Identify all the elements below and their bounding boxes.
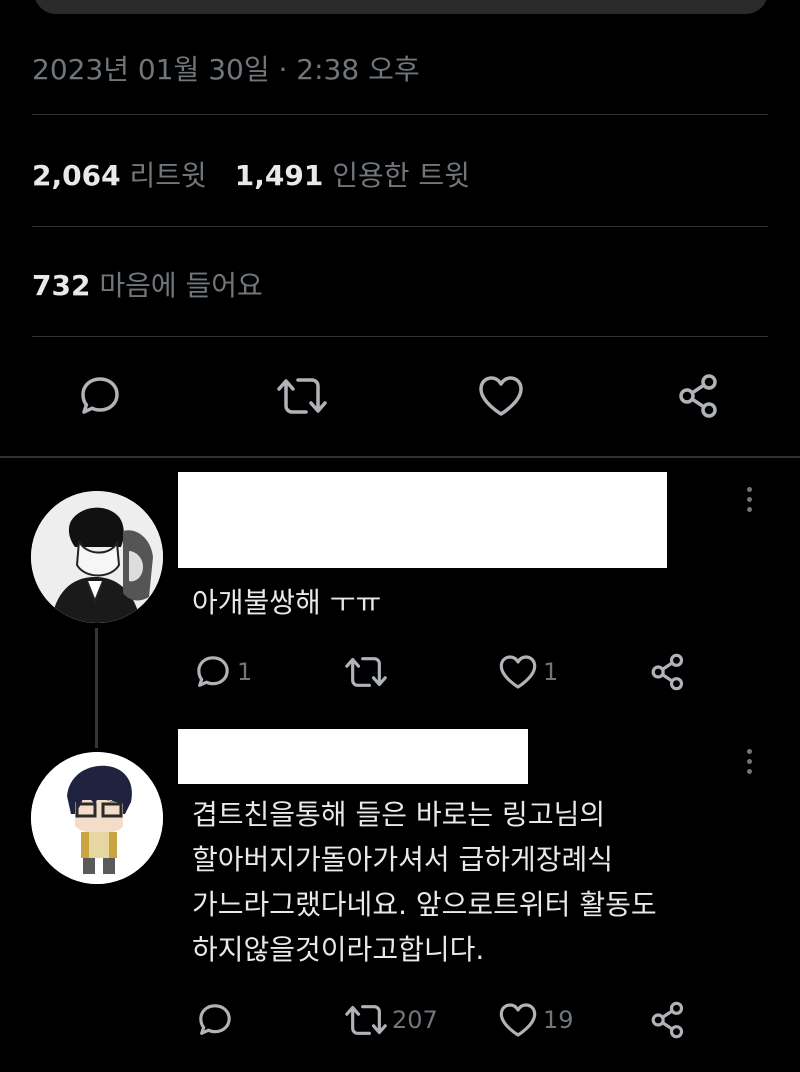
heart-icon bbox=[479, 376, 523, 416]
more-button[interactable] bbox=[747, 749, 753, 779]
retweets-stat[interactable]: 2,064 리트윗 bbox=[32, 159, 207, 192]
like-button[interactable]: 19 bbox=[497, 1000, 574, 1040]
retweet-button[interactable] bbox=[344, 652, 392, 692]
reply-icon bbox=[197, 656, 229, 687]
redacted-username bbox=[178, 472, 667, 568]
reply-icon bbox=[81, 377, 119, 414]
heart-icon bbox=[499, 655, 537, 689]
section-divider bbox=[0, 456, 800, 458]
manga-avatar-image bbox=[31, 491, 163, 623]
likes-stat[interactable]: 732 마음에 들어요 bbox=[32, 264, 263, 304]
divider bbox=[32, 114, 768, 115]
quotes-stat[interactable]: 1,491 인용한 트윗 bbox=[235, 159, 470, 192]
likes-label: 마음에 들어요 bbox=[99, 269, 263, 302]
reply-text: 아개불쌍해 ㅜㅠ bbox=[192, 586, 382, 619]
share-button[interactable] bbox=[676, 372, 724, 420]
retweet-icon bbox=[345, 1005, 387, 1035]
more-icon bbox=[747, 749, 753, 774]
share-icon bbox=[651, 1001, 684, 1039]
more-button[interactable] bbox=[747, 487, 753, 517]
heart-icon bbox=[499, 1003, 537, 1037]
more-icon bbox=[747, 487, 753, 512]
pixel-character-avatar-image bbox=[31, 752, 163, 884]
share-button[interactable] bbox=[649, 652, 689, 692]
retweet-button[interactable] bbox=[276, 372, 328, 420]
like-button[interactable]: 1 bbox=[497, 652, 558, 692]
likes-count: 732 bbox=[32, 269, 91, 302]
tweet-media[interactable] bbox=[34, 0, 768, 14]
divider bbox=[32, 226, 768, 227]
reply-icon bbox=[199, 1004, 231, 1035]
retweet-icon bbox=[277, 378, 327, 414]
reply-button[interactable] bbox=[195, 1000, 239, 1040]
reply-text: 겹트친을통해 들은 바로는 링고님의 할아버지가돌아가셔서 급하게장례식 가느라… bbox=[192, 798, 657, 966]
tweet-timestamp[interactable]: 2023년 01월 30일 · 2:38 오후 bbox=[32, 48, 420, 88]
like-count: 1 bbox=[543, 658, 559, 686]
redacted-username bbox=[178, 729, 528, 784]
avatar[interactable] bbox=[31, 491, 163, 623]
thread-connector bbox=[95, 628, 98, 748]
retweets-count: 2,064 bbox=[32, 159, 121, 192]
retweets-label: 리트윗 bbox=[129, 159, 207, 192]
retweet-button[interactable]: 207 bbox=[344, 1000, 438, 1040]
retweet-icon bbox=[345, 657, 387, 687]
share-button[interactable] bbox=[649, 1000, 689, 1040]
like-count: 19 bbox=[543, 1006, 574, 1034]
engagement-stats: 2,064 리트윗 1,491 인용한 트윗 bbox=[32, 154, 470, 194]
reply-count: 1 bbox=[237, 658, 253, 686]
quotes-label: 인용한 트윗 bbox=[332, 159, 470, 192]
divider bbox=[32, 336, 768, 337]
avatar[interactable] bbox=[31, 752, 163, 884]
share-icon bbox=[651, 653, 684, 691]
retweet-count: 207 bbox=[392, 1006, 438, 1034]
share-icon bbox=[679, 374, 717, 418]
reply-button[interactable] bbox=[76, 372, 124, 420]
quotes-count: 1,491 bbox=[234, 159, 324, 192]
like-button[interactable] bbox=[476, 372, 526, 420]
reply-button[interactable]: 1 bbox=[193, 652, 252, 692]
